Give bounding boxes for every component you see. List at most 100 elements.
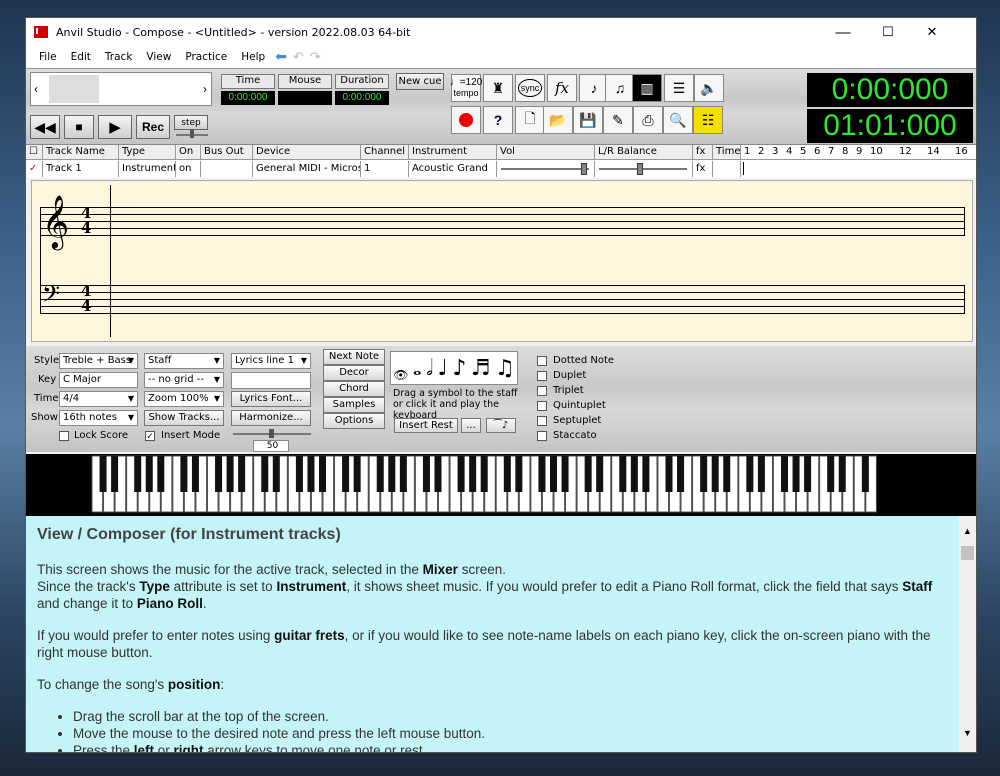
stop-button[interactable]: ■ xyxy=(64,115,94,139)
open-folder-icon[interactable]: 📂 xyxy=(543,106,573,134)
black-key[interactable] xyxy=(145,456,153,492)
black-key[interactable] xyxy=(619,456,627,492)
menu-view[interactable]: View xyxy=(139,51,178,63)
track-checkmark-icon[interactable]: ✓ xyxy=(26,161,43,177)
lyrics-select[interactable]: Lyrics line 1 ▼ xyxy=(231,353,311,369)
black-key[interactable] xyxy=(838,456,846,492)
sixteenth-note-icon[interactable]: ♬ xyxy=(471,354,491,384)
track-bus-out-cell[interactable] xyxy=(201,161,253,177)
black-key[interactable] xyxy=(434,456,442,492)
record-button[interactable]: Rec xyxy=(136,115,170,139)
metronome-icon[interactable]: ♜ xyxy=(483,74,513,102)
eye-icon[interactable]: 👁 xyxy=(393,366,408,384)
black-key[interactable] xyxy=(550,456,557,492)
black-key[interactable] xyxy=(757,456,765,492)
sync-button[interactable]: sync xyxy=(515,74,545,102)
track-name-cell[interactable]: Track 1 xyxy=(43,161,119,177)
track-device-cell[interactable]: General MIDI - Microso xyxy=(253,161,361,177)
black-key[interactable] xyxy=(111,456,119,492)
insert-mode-checkbox[interactable]: ✓ xyxy=(145,431,155,441)
note-palette[interactable]: 👁 𝅝 𝅗𝅥 ♩ ♪ ♬ ♫ xyxy=(390,351,518,385)
scroll-down-icon[interactable]: ▼ xyxy=(963,728,972,738)
new-file-icon[interactable]: 🗋 xyxy=(515,106,545,134)
undo-icon[interactable]: ↶ xyxy=(290,50,307,65)
track-type-cell[interactable]: Instrument xyxy=(119,161,176,177)
black-key[interactable] xyxy=(319,456,326,492)
measure-ruler[interactable]: 1 2 3 4 5 6 7 8 9 10 12 14 16 xyxy=(741,145,976,160)
lyrics-input[interactable] xyxy=(231,372,311,389)
speaker-icon[interactable]: 🔈 xyxy=(694,74,724,102)
tempo-button[interactable]: ♩=120 tempo xyxy=(450,74,482,102)
black-key[interactable] xyxy=(561,456,569,492)
maximize-button[interactable]: ☐ xyxy=(866,18,910,46)
col-instrument[interactable]: Instrument xyxy=(409,145,497,160)
piano-view-icon[interactable]: ▥ xyxy=(632,74,662,102)
black-key[interactable] xyxy=(677,456,685,492)
menu-track[interactable]: Track xyxy=(98,51,139,63)
black-key[interactable] xyxy=(261,456,269,492)
black-key[interactable] xyxy=(422,456,430,492)
black-key[interactable] xyxy=(630,456,638,492)
view-select[interactable]: Staff ▼ xyxy=(144,353,224,369)
style-select[interactable]: Treble + Bass ▼ xyxy=(59,353,138,369)
eighth-note-icon[interactable]: ♪ xyxy=(452,354,466,384)
black-key[interactable] xyxy=(584,456,592,492)
back-arrow-icon[interactable]: ⬅ xyxy=(272,49,290,65)
black-key[interactable] xyxy=(226,456,234,492)
score-area[interactable]: 𝄞 𝄢 4 4 4 4 xyxy=(31,180,973,342)
menu-file[interactable]: File xyxy=(32,51,64,63)
menu-edit[interactable]: Edit xyxy=(64,51,98,63)
half-note-icon[interactable]: 𝅗𝅥 xyxy=(426,354,433,384)
edit-icon[interactable]: ✎ xyxy=(603,106,633,134)
black-key[interactable] xyxy=(538,456,546,492)
black-key[interactable] xyxy=(399,456,407,492)
balance-thumb[interactable] xyxy=(637,163,643,175)
duplet-checkbox[interactable] xyxy=(537,371,547,381)
col-type[interactable]: Type xyxy=(119,145,176,160)
fx-button[interactable]: fx xyxy=(547,74,577,102)
print-icon[interactable]: ⎙ xyxy=(633,106,663,134)
track-channel-cell[interactable]: 1 xyxy=(361,161,409,177)
insert-rest-button[interactable]: Insert Rest xyxy=(394,418,458,433)
lyrics-font-button[interactable]: Lyrics Font... xyxy=(231,391,311,407)
black-key[interactable] xyxy=(642,456,650,492)
save-icon[interactable]: 💾 xyxy=(573,106,603,134)
black-key[interactable] xyxy=(272,456,280,492)
col-device[interactable]: Device xyxy=(253,145,361,160)
play-button[interactable]: ▶ xyxy=(98,115,132,139)
black-key[interactable] xyxy=(191,456,199,492)
tab-samples[interactable]: Samples xyxy=(323,397,385,413)
black-key[interactable] xyxy=(134,456,142,492)
redo-icon[interactable]: ↷ xyxy=(307,50,324,65)
step-slider-thumb[interactable] xyxy=(190,130,194,138)
tab-next-note[interactable]: Next Note xyxy=(323,349,385,365)
black-key[interactable] xyxy=(746,456,754,492)
quarter-note-icon[interactable]: ♩ xyxy=(438,354,448,384)
volume-slider[interactable] xyxy=(497,161,595,177)
col-balance[interactable]: L/R Balance xyxy=(595,145,693,160)
track-fx-cell[interactable]: fx xyxy=(693,161,713,177)
track-timeline[interactable] xyxy=(741,161,976,177)
key-field[interactable]: C Major xyxy=(59,372,138,388)
song-scroll[interactable]: ‹ › xyxy=(30,72,212,106)
dotted-note-checkbox[interactable] xyxy=(537,356,547,366)
lock-score-checkbox[interactable] xyxy=(59,431,69,441)
black-key[interactable] xyxy=(781,456,788,492)
col-bus-out[interactable]: Bus Out xyxy=(201,145,253,160)
black-key[interactable] xyxy=(723,456,731,492)
scroll-right-icon[interactable]: › xyxy=(203,82,207,96)
col-channel[interactable]: Channel xyxy=(361,145,409,160)
col-track-name[interactable]: Track Name xyxy=(43,145,119,160)
show-select[interactable]: 16th notes ▼ xyxy=(59,410,138,426)
track-instrument-cell[interactable]: Acoustic Grand xyxy=(409,161,497,177)
quintuplet-checkbox[interactable] xyxy=(537,401,547,411)
triplet-checkbox[interactable] xyxy=(537,386,547,396)
black-key[interactable] xyxy=(665,456,673,492)
black-key[interactable] xyxy=(804,456,812,492)
tie-button[interactable]: ⁀♪ xyxy=(486,418,516,433)
black-key[interactable] xyxy=(515,456,523,492)
black-key[interactable] xyxy=(596,456,604,492)
record-icon[interactable] xyxy=(451,106,481,134)
piano-keys[interactable] xyxy=(26,454,976,516)
help-icon[interactable]: ? xyxy=(483,106,513,134)
